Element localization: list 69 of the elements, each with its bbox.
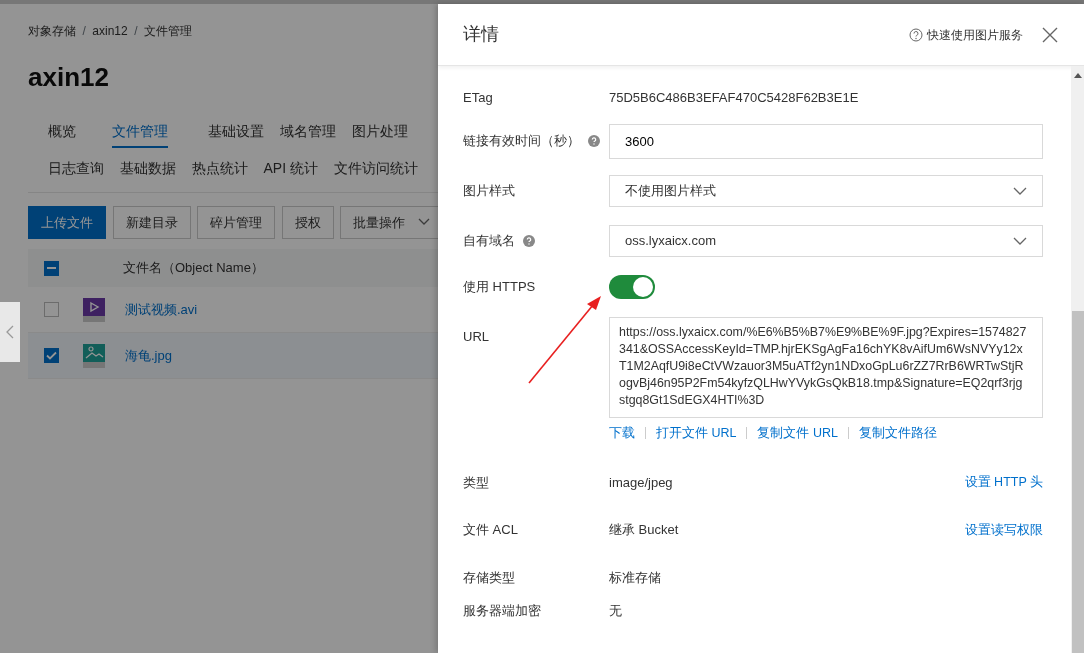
checkmark-icon — [46, 351, 57, 360]
image-file-icon — [83, 343, 105, 368]
nav-tab[interactable]: 基础数据 — [119, 156, 176, 185]
toolbar-button[interactable]: 上传文件 — [28, 205, 106, 239]
field-label: 服务器端加密 — [463, 602, 541, 621]
field-label: 存储类型 — [463, 568, 515, 587]
bucket-title: axin12 — [28, 61, 110, 94]
breadcrumb-separator: / — [82, 23, 86, 40]
field-label: 使用 HTTPS — [463, 277, 536, 296]
scrollbar[interactable] — [1071, 66, 1084, 653]
field-value: 标准存储 — [609, 568, 662, 587]
field-value: 75D5B6C486B3EFAF470C5428F62B3E1E — [609, 89, 860, 107]
nav-tab[interactable]: 概览 — [47, 119, 76, 148]
field-label: 自有域名 — [463, 231, 515, 250]
row-checkbox[interactable] — [44, 302, 59, 317]
nav-tab[interactable]: 文件管理 — [111, 119, 168, 148]
chevron-down-icon — [1013, 236, 1027, 245]
close-icon[interactable] — [1042, 26, 1058, 43]
select-dropdown[interactable]: oss.lyxaicx.com — [609, 224, 1043, 257]
chevron-down-icon — [1013, 186, 1027, 195]
help-icon[interactable] — [523, 234, 535, 247]
field-value: 继承 Bucket — [609, 521, 680, 540]
nav-tab[interactable]: 热点统计 — [191, 156, 248, 185]
help-icon — [909, 27, 924, 42]
action-link[interactable]: 设置 HTTP 头 — [964, 473, 1043, 492]
toolbar-button[interactable]: 批量操作 — [340, 205, 438, 239]
field-label: 文件 ACL — [463, 521, 518, 540]
select-all-checkbox[interactable] — [44, 260, 59, 276]
help-icon[interactable] — [588, 135, 600, 147]
row-checkbox[interactable] — [44, 348, 59, 363]
nav-tab[interactable]: 域名管理 — [279, 119, 336, 148]
toolbar-button[interactable]: 碎片管理 — [197, 205, 275, 239]
drawer-title: 详情 — [463, 23, 499, 46]
url-action-link[interactable]: 下载 — [609, 424, 635, 443]
field-label: 图片样式 — [463, 181, 515, 200]
field-label: 链接有效时间（秒） — [463, 132, 580, 151]
scrollbar-thumb[interactable] — [1072, 311, 1084, 653]
select-dropdown[interactable]: 不使用图片样式 — [609, 174, 1043, 207]
url-text-area: https://oss.lyxaicx.com/%E6%B5%B7%E9%BE%9F.jpg?Expires=1574827341&OSSAccessKeyId=TMP.hjrEKSgAgFa16chYK8vAifUm6WsNVYy12xT1M2AqfU9i8eCtVWzauor3M5uATf2yn1NDxoGpLu6rZZ7RrB6WRTwStjRogvBj46n95P2Fm54kyfzQLHwYVykGsQkB18.tmp&Signature=EQ2qrf3rjgstgq8Gt1SdEGX4HTI%3D — [609, 316, 1043, 418]
field-label: URL — [463, 327, 489, 346]
chevron-left-icon — [6, 325, 14, 339]
help-link[interactable]: 快速使用图片服务 — [909, 25, 1023, 44]
column-header: 文件名（Object Name） — [123, 259, 264, 278]
nav-tab[interactable]: 图片处理 — [351, 119, 408, 148]
action-link[interactable]: 设置读写权限 — [965, 520, 1043, 540]
nav-tab[interactable]: API 统计 — [263, 156, 318, 185]
nav-tab[interactable]: 日志查询 — [47, 156, 104, 185]
url-action-link[interactable]: 复制文件 URL — [757, 424, 838, 443]
text-input[interactable]: 3600 — [609, 123, 1043, 159]
url-action-link[interactable]: 打开文件 URL — [656, 424, 737, 443]
file-name-link[interactable]: 测试视频.avi — [125, 299, 198, 320]
minus-icon — [47, 267, 56, 269]
field-value: image/jpeg — [609, 473, 674, 492]
breadcrumb-link[interactable]: 对象存储 — [28, 22, 76, 40]
breadcrumb-link[interactable]: axin12 — [92, 22, 128, 40]
breadcrumb-separator: / — [134, 23, 138, 40]
field-label: ETag — [463, 89, 493, 107]
breadcrumb-current: 文件管理 — [144, 23, 193, 40]
video-file-icon — [83, 297, 105, 322]
file-name-link[interactable]: 海龟.jpg — [125, 345, 172, 366]
toolbar-button[interactable]: 授权 — [281, 205, 334, 239]
caret-icon — [418, 218, 430, 227]
toggle-switch[interactable] — [609, 274, 655, 299]
nav-tab[interactable]: 基础设置 — [207, 119, 264, 148]
field-value: 无 — [609, 602, 623, 621]
url-action-link[interactable]: 复制文件路径 — [858, 424, 937, 443]
field-label: 类型 — [463, 473, 489, 492]
toolbar-button[interactable]: 新建目录 — [112, 205, 191, 239]
nav-tab[interactable]: 文件访问统计 — [333, 156, 418, 185]
